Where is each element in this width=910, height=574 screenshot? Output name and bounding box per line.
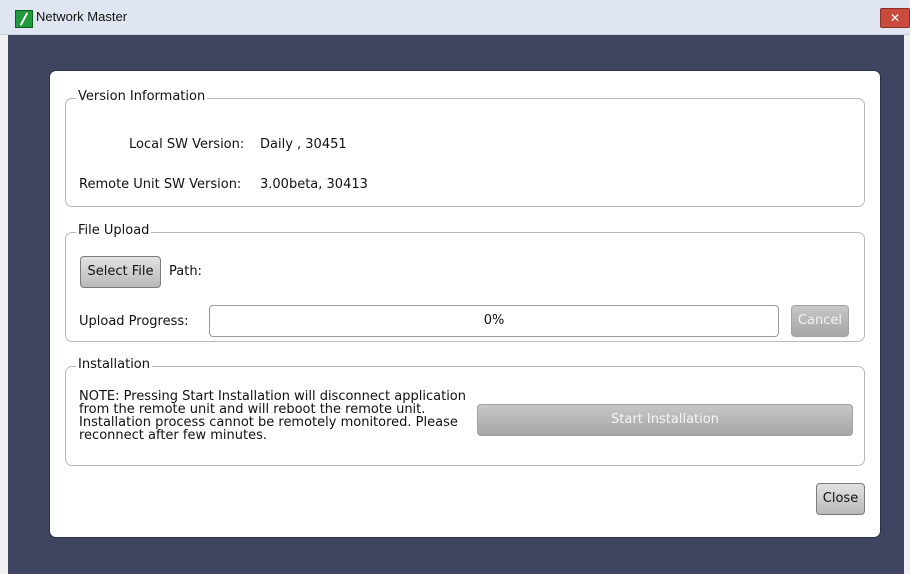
upgrade-dialog: Version Information Local SW Version: Da… [50,71,880,537]
upload-progress-bar: 0% [209,305,779,337]
window-close-button[interactable]: ✕ [880,8,910,28]
upload-progress-label: Upload Progress: [79,314,189,329]
select-file-button[interactable]: Select File [80,256,161,288]
close-icon: ✕ [889,11,901,25]
version-information-group: Version Information Local SW Version: Da… [65,89,865,207]
title-bar: Network Master ✕ [0,0,910,35]
installation-label: Installation [76,357,153,372]
window-frame: Version Information Local SW Version: Da… [8,35,904,574]
version-information-label: Version Information [76,89,208,104]
file-upload-label: File Upload [76,223,152,238]
start-installation-button[interactable]: Start Installation [477,404,853,436]
remote-sw-version-value: 3.00beta, 30413 [260,177,368,192]
window-title: Network Master [36,9,128,24]
file-upload-group: File Upload Select File Path: Upload Pro… [65,223,865,342]
path-label: Path: [169,264,202,279]
installation-group: Installation NOTE: Pressing Start Instal… [65,357,865,466]
cancel-upload-button[interactable]: Cancel [791,305,849,337]
local-sw-version-value: Daily , 30451 [260,137,347,152]
installation-note: NOTE: Pressing Start Installation will d… [79,389,466,443]
local-sw-version-label: Local SW Version: [129,137,245,152]
remote-sw-version-label: Remote Unit SW Version: [79,177,242,192]
upload-progress-text: 0% [483,313,505,328]
app-logo-icon [15,10,33,28]
close-button[interactable]: Close [816,483,865,515]
